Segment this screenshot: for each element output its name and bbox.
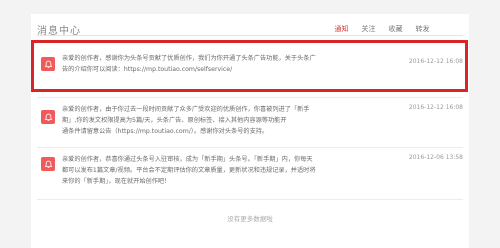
message-line: 来你的「新手期」，现在就开始创作吧！ — [62, 178, 171, 185]
list-item[interactable]: 亲爱的创作者，由于你过去一段时间贡献了众多广受欢迎的优质创作，你喜被列进了「新手… — [37, 100, 467, 146]
tab-notifications[interactable]: 通知 — [328, 24, 355, 34]
header-divider — [37, 35, 463, 36]
no-more-data-note: 没有更多数据啦 — [227, 215, 273, 223]
tab-reposts[interactable]: 转发 — [409, 24, 436, 34]
list-divider — [37, 97, 463, 98]
tab-bar: 通知 关注 收藏 转发 — [328, 24, 436, 34]
list-divider — [37, 147, 463, 148]
tab-favorites[interactable]: 收藏 — [382, 24, 409, 34]
bell-icon — [41, 157, 55, 171]
message-text: 亲爱的创作者，由于你过去一段时间贡献了众多广受欢迎的优质创作，你喜被列进了「新手… — [62, 104, 310, 137]
list-divider — [37, 199, 463, 200]
message-timestamp: 2016-12-06 13:58 — [408, 154, 463, 161]
message-line: 通条件请留意公告（https://mp.toutiao.com/）。感谢你对头条… — [62, 128, 269, 135]
bell-icon — [41, 110, 55, 124]
message-text: 亲爱的创作者，恭喜你通过头条号入驻审核，成为「新手期」头条号。「新手期」内，你每… — [62, 154, 316, 187]
message-line: 期」,你的发文权限提高为5篇/天，头条广告、原创标签、接入其他内容源等功能开 — [62, 117, 287, 124]
message-line: 亲爱的创作者，由于你过去一段时间贡献了众多广受欢迎的优质创作，你喜被列进了「新手 — [62, 106, 310, 113]
highlight-box — [31, 40, 468, 92]
message-line: 都可以发布1篇文章/视频。平台会不定期评估你的文章质量，更新状况和违规记录，并适… — [62, 167, 316, 174]
message-timestamp: 2016-12-12 16:08 — [408, 104, 463, 111]
tab-follows[interactable]: 关注 — [355, 24, 382, 34]
message-line: 亲爱的创作者，恭喜你通过头条号入驻审核，成为「新手期」头条号。「新手期」内，你每… — [62, 156, 313, 163]
list-item[interactable]: 亲爱的创作者，恭喜你通过头条号入驻审核，成为「新手期」头条号。「新手期」内，你每… — [37, 151, 467, 197]
